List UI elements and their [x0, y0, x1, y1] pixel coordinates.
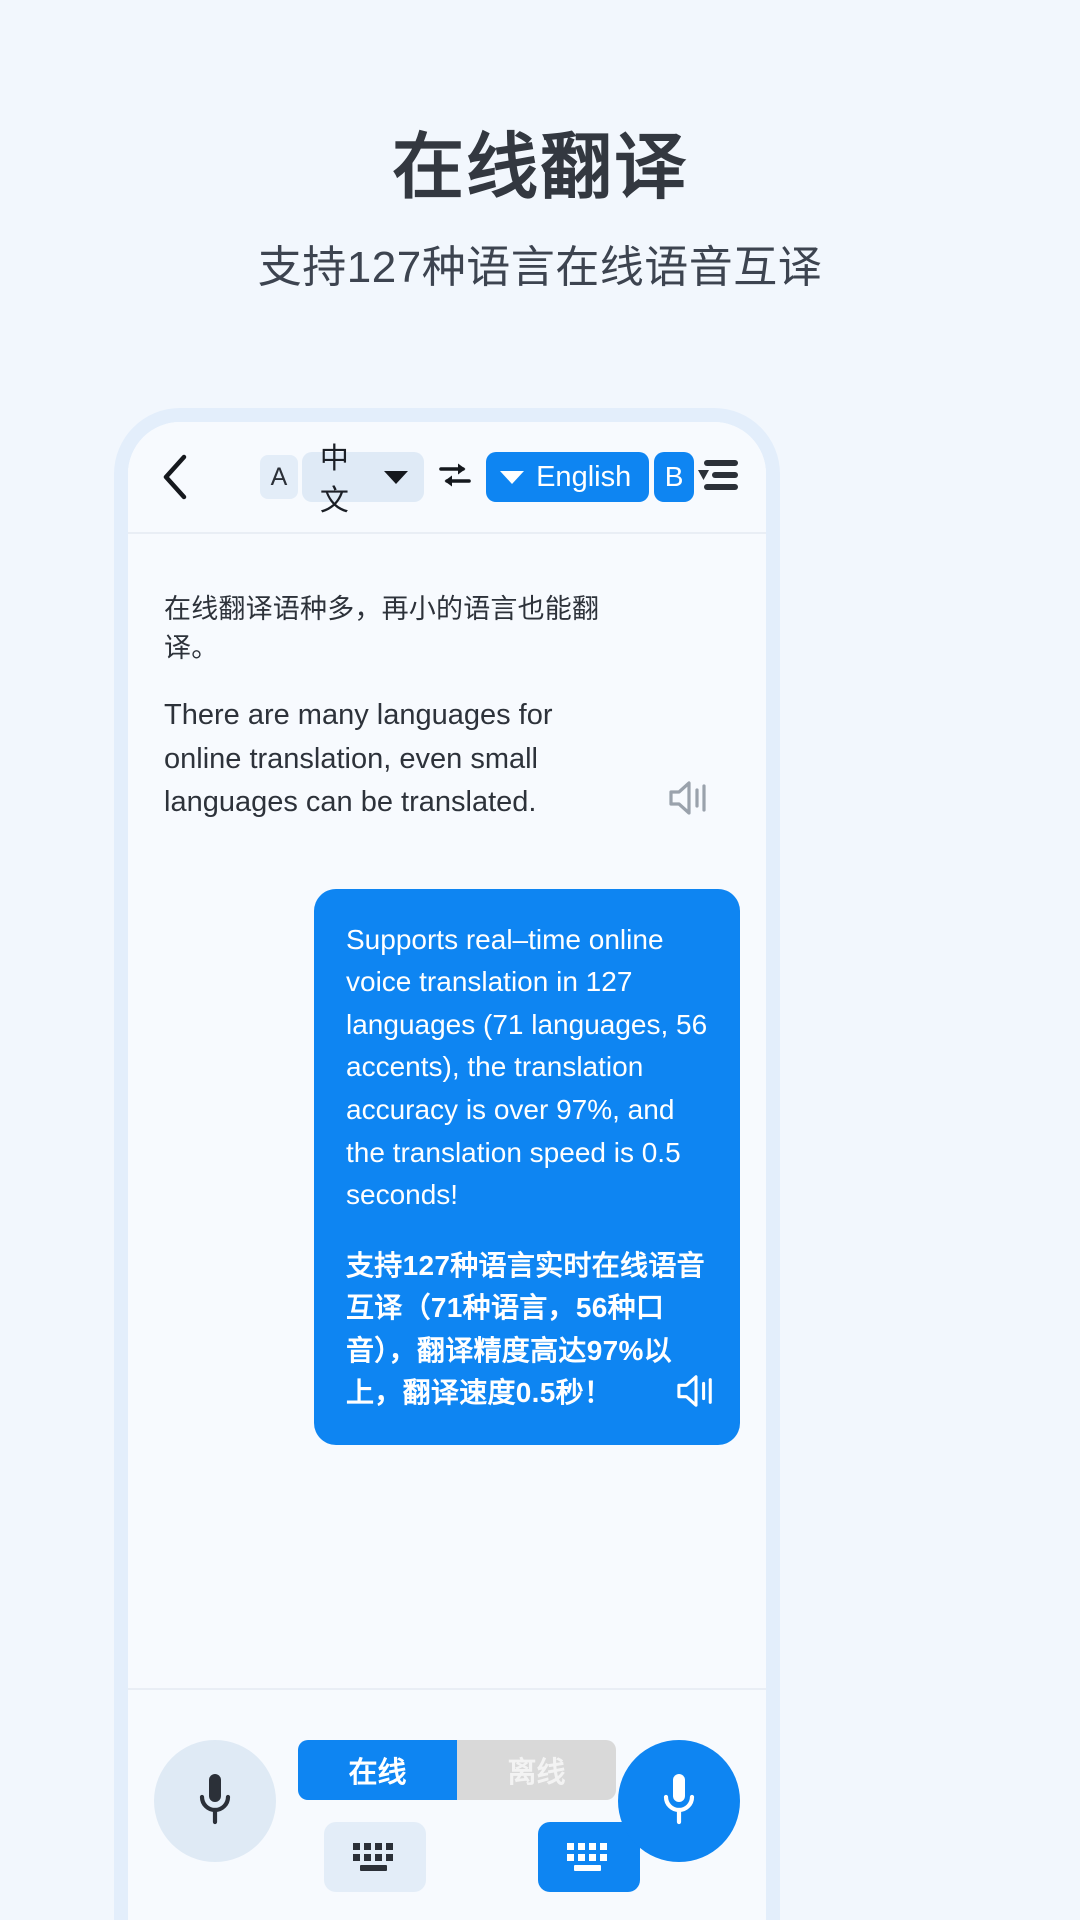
- message-incoming: 在线翻译语种多，再小的语言也能翻译。 There are many langua…: [164, 590, 706, 825]
- swap-languages-button[interactable]: [438, 460, 472, 495]
- promo-screenshot: 在线翻译 支持127种语言在线语音互译 A 中文 English B 在线翻译语…: [0, 0, 1080, 1920]
- page-subtitle: 支持127种语言在线语音互译: [257, 242, 823, 292]
- language-selector-group: A 中文 English B: [198, 443, 694, 517]
- target-language-selector[interactable]: English: [486, 452, 650, 502]
- speaker-mute-icon: [666, 781, 712, 822]
- keyboard-icon: [561, 1835, 617, 1880]
- outgoing-play-audio-button[interactable]: [674, 1372, 718, 1415]
- input-toolbar: 在线 离线: [128, 1688, 766, 1920]
- message-outgoing-row: Supports real–time online voice translat…: [164, 888, 740, 1445]
- mode-online-tab[interactable]: 在线: [298, 1740, 457, 1800]
- incoming-play-audio-button[interactable]: [666, 778, 712, 823]
- outgoing-source-text: 支持127种语言实时在线语音互译（71种语言，56种口音），翻译精度高达97%以…: [346, 1249, 705, 1409]
- app-toolbar: A 中文 English B: [128, 422, 766, 534]
- mode-toggle[interactable]: 在线 离线: [298, 1740, 616, 1800]
- target-language-label: English: [536, 460, 632, 493]
- chevron-left-icon: [160, 453, 190, 501]
- outgoing-translated-text: Supports real–time online voice translat…: [346, 923, 708, 1211]
- speaker-a-keyboard-button[interactable]: [324, 1822, 426, 1892]
- microphone-icon: [193, 1770, 237, 1833]
- incoming-translated-text: There are many languages for online tran…: [164, 699, 553, 819]
- menu-button[interactable]: [694, 451, 744, 503]
- incoming-source-text: 在线翻译语种多，再小的语言也能翻译。: [164, 594, 600, 664]
- page-title: 在线翻译: [391, 128, 688, 208]
- triangle-down-icon: [384, 470, 409, 484]
- list-menu-icon: [696, 455, 742, 500]
- headline-block: 在线翻译 支持127种语言在线语音互译: [0, 128, 1080, 295]
- speaker-a-badge[interactable]: A: [260, 455, 298, 499]
- microphone-icon: [657, 1770, 701, 1833]
- conversation-area: 在线翻译语种多，再小的语言也能翻译。 There are many langua…: [128, 534, 766, 1688]
- back-button[interactable]: [152, 449, 198, 505]
- swap-arrows-icon: [438, 460, 472, 495]
- source-language-label: 中文: [319, 443, 349, 517]
- source-language-selector[interactable]: 中文: [301, 443, 425, 517]
- message-outgoing: Supports real–time online voice translat…: [314, 888, 740, 1445]
- phone-mockup-frame: A 中文 English B 在线翻译语种多，再小的语言也能翻译。 There …: [114, 408, 780, 1920]
- speaker-b-badge[interactable]: B: [654, 452, 694, 502]
- speaker-b-mic-button[interactable]: [618, 1740, 740, 1862]
- speaker-a-mic-button[interactable]: [154, 1740, 276, 1862]
- keyboard-icon: [347, 1835, 403, 1880]
- phone-screen: A 中文 English B 在线翻译语种多，再小的语言也能翻译。 There …: [128, 422, 766, 1920]
- speaker-mute-icon: [674, 1375, 718, 1414]
- speaker-b-keyboard-button[interactable]: [538, 1822, 640, 1892]
- triangle-down-icon: [500, 470, 525, 484]
- mode-offline-tab[interactable]: 离线: [457, 1740, 616, 1800]
